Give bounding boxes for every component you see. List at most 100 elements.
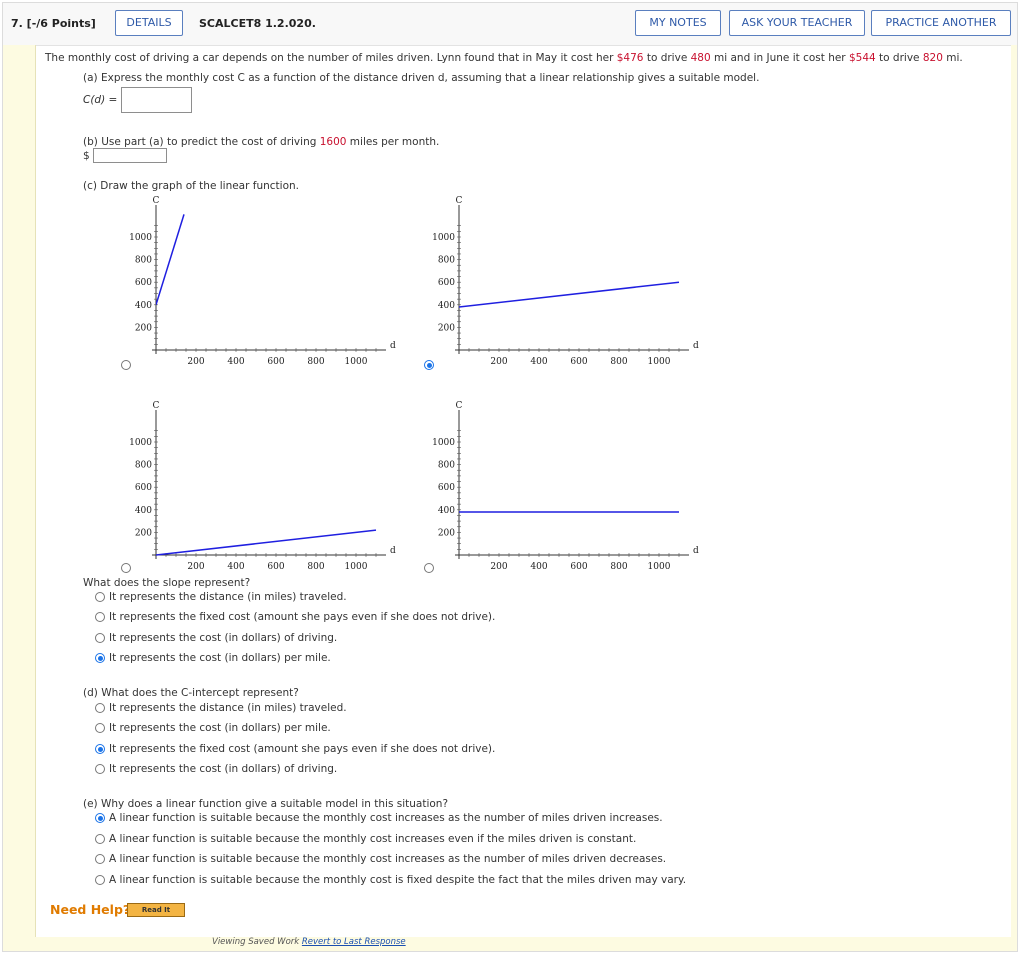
intercept-option-1-radio[interactable] (95, 703, 105, 713)
miles-predict: 1600 (319, 136, 347, 148)
y-tick-label: 800 (135, 256, 152, 266)
practice-another-button[interactable]: PRACTICE ANOTHER (871, 10, 1011, 36)
intercept-option-3-radio[interactable] (95, 744, 105, 754)
slope-option-2-label: It represents the fixed cost (amount she… (109, 611, 496, 623)
cost-line (459, 281, 680, 308)
slope-option-1-label: It represents the distance (in miles) tr… (109, 591, 347, 603)
question-code: SCALCET8 1.2.020. (199, 17, 316, 30)
c-axis-label: C (456, 196, 463, 206)
c-axis-label: C (153, 401, 160, 411)
linear-option-1-label: A linear function is suitable because th… (109, 812, 663, 824)
miles-june: 820 (922, 52, 943, 64)
linear-option-3-label: A linear function is suitable because th… (109, 853, 667, 865)
miles-may: 480 (690, 52, 711, 64)
y-tick-label: 200 (135, 323, 152, 333)
slope-option-4-label: It represents the cost (in dollars) per … (109, 652, 331, 664)
cost-may: $476 (616, 52, 644, 64)
x-tick-label: 600 (267, 562, 284, 572)
problem-statement: The monthly cost of driving a car depend… (45, 52, 963, 64)
graph-option-3: 200 400 600 800 1000 200 400 600 800 1000 d C (129, 401, 396, 572)
intercept-option-3-label: It represents the fixed cost (amount she… (109, 743, 496, 755)
c-axis-label: C (153, 196, 160, 206)
x-tick-label: 200 (187, 357, 204, 367)
y-tick-label: 200 (438, 528, 455, 538)
y-tick-label: 800 (438, 256, 455, 266)
cost-function-input[interactable] (121, 87, 192, 113)
graph-option-4-radio[interactable] (424, 563, 434, 573)
y-tick-label: 600 (438, 483, 455, 493)
y-tick-label: 600 (135, 483, 152, 493)
y-tick-label: 600 (438, 278, 455, 288)
cost-line (156, 529, 377, 556)
details-button[interactable]: DETAILS (115, 10, 183, 36)
y-tick-label: 200 (135, 528, 152, 538)
intercept-option-4-label: It represents the cost (in dollars) of d… (109, 763, 338, 775)
linear-option-1-radio[interactable] (95, 813, 105, 823)
y-tick-label: 400 (135, 506, 152, 516)
viewing-saved-work: Viewing Saved Work Revert to Last Respon… (212, 937, 406, 947)
x-tick-label: 400 (227, 357, 244, 367)
x-tick-label: 800 (307, 357, 324, 367)
d-axis-label: d (693, 341, 699, 351)
x-tick-label: 400 (530, 357, 547, 367)
intercept-option-2-radio[interactable] (95, 723, 105, 733)
cost-line (156, 214, 185, 306)
d-axis-label: d (390, 546, 396, 556)
part-a-prompt: (a) Express the monthly cost C as a func… (83, 72, 760, 84)
part-d-prompt: (d) What does the C-intercept represent? (83, 687, 299, 699)
x-tick-label: 200 (187, 562, 204, 572)
intercept-option-1-label: It represents the distance (in miles) tr… (109, 702, 347, 714)
question-header: 7. [-/6 Points] DETAILS SCALCET8 1.2.020… (3, 3, 1017, 46)
linear-option-2-radio[interactable] (95, 834, 105, 844)
dollar-sign: $ (83, 150, 90, 162)
footer-bar (3, 937, 1017, 951)
revert-link[interactable]: Revert to Last Response (302, 937, 406, 947)
linear-option-3-radio[interactable] (95, 854, 105, 864)
y-tick-label: 800 (438, 461, 455, 471)
read-it-button[interactable]: Read It (127, 903, 185, 917)
graph-option-3-radio[interactable] (121, 563, 131, 573)
slope-option-2-radio[interactable] (95, 612, 105, 622)
slope-option-4-radio[interactable] (95, 653, 105, 663)
y-tick-label: 400 (438, 506, 455, 516)
slope-option-3-label: It represents the cost (in dollars) of d… (109, 632, 338, 644)
graph-option-4: 200 400 600 800 1000 200 400 600 800 1000 d C (432, 401, 699, 572)
part-e-prompt: (e) Why does a linear function give a su… (83, 798, 449, 810)
y-tick-label: 400 (438, 301, 455, 311)
question-number: 7. [-/6 Points] (11, 17, 96, 30)
x-tick-label: 600 (267, 357, 284, 367)
y-tick-label: 1000 (129, 233, 152, 243)
graph-option-1-radio[interactable] (121, 360, 131, 370)
linear-option-4-label: A linear function is suitable because th… (109, 874, 687, 886)
right-margin-bar (1011, 45, 1017, 951)
x-tick-label: 200 (490, 357, 507, 367)
slope-option-1-radio[interactable] (95, 592, 105, 602)
part-b-prompt: (b) Use part (a) to predict the cost of … (83, 136, 440, 148)
x-tick-label: 800 (307, 562, 324, 572)
my-notes-button[interactable]: MY NOTES (635, 10, 721, 36)
ask-your-teacher-button[interactable]: ASK YOUR TEACHER (729, 10, 865, 36)
linear-option-4-radio[interactable] (95, 875, 105, 885)
predicted-cost-input[interactable] (93, 148, 167, 163)
x-tick-label: 600 (570, 357, 587, 367)
graph-option-2-radio[interactable] (424, 360, 434, 370)
graph-option-1: 200 400 600 800 1000 200 400 600 800 1000 d C (129, 196, 396, 367)
y-tick-label: 200 (438, 323, 455, 333)
x-tick-label: 400 (227, 562, 244, 572)
x-tick-label: 800 (610, 562, 627, 572)
graph-option-2: 200 400 600 800 1000 200 400 600 800 1000 d C (432, 196, 699, 367)
d-axis-label: d (693, 546, 699, 556)
need-help-label: Need Help? (50, 902, 131, 917)
slope-option-3-radio[interactable] (95, 633, 105, 643)
left-margin-bar (3, 45, 36, 951)
x-tick-label: 200 (490, 562, 507, 572)
x-tick-label: 400 (530, 562, 547, 572)
y-tick-label: 600 (135, 278, 152, 288)
part-a-label: C(d) = (83, 94, 118, 106)
x-tick-label: 600 (570, 562, 587, 572)
intercept-option-4-radio[interactable] (95, 764, 105, 774)
page: 7. [-/6 Points] DETAILS SCALCET8 1.2.020… (0, 0, 1024, 967)
y-tick-label: 400 (135, 301, 152, 311)
y-tick-label: 800 (135, 461, 152, 471)
x-tick-label: 1000 (345, 562, 368, 572)
